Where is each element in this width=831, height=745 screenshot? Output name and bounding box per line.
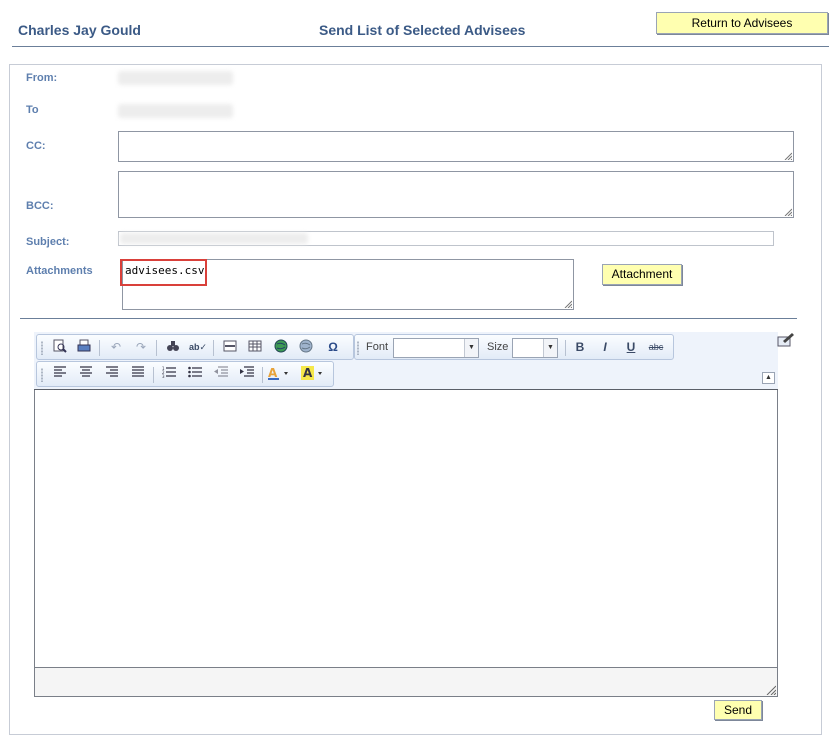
toolbar-separator	[213, 340, 214, 356]
special-character-icon[interactable]: Ω	[324, 339, 342, 356]
toolbar-grip-icon[interactable]	[41, 341, 43, 355]
toolbar-row-2: 123 A A	[36, 361, 334, 387]
toolbar-grip-icon[interactable]	[41, 368, 43, 382]
highlight-color-icon[interactable]: A	[301, 366, 327, 383]
numbered-list-icon[interactable]: 123	[160, 366, 178, 383]
redo-icon[interactable]: ↷	[132, 339, 150, 356]
page-title: Send List of Selected Advisees	[319, 22, 526, 38]
collapse-toolbar-icon[interactable]: ▲	[762, 372, 775, 384]
indent-icon[interactable]	[238, 366, 256, 383]
bcc-label: BCC:	[26, 200, 54, 212]
outdent-icon[interactable]	[212, 366, 230, 383]
bold-button[interactable]: B	[571, 339, 589, 356]
header-divider	[12, 46, 829, 47]
align-left-icon[interactable]	[51, 366, 69, 383]
form-divider	[20, 318, 797, 319]
underline-button[interactable]: U	[622, 339, 640, 356]
highlight-box	[120, 259, 207, 286]
edit-mode-icon[interactable]	[777, 332, 795, 348]
font-color-icon[interactable]: A	[267, 366, 293, 383]
table-icon[interactable]	[246, 339, 264, 356]
toolbar-separator	[99, 340, 100, 356]
cc-label: CC:	[26, 140, 46, 152]
print-icon[interactable]	[75, 339, 93, 356]
attachments-label: Attachments	[26, 265, 93, 277]
unlink-icon[interactable]	[297, 339, 315, 356]
size-select[interactable]: ▼	[512, 338, 558, 358]
preview-icon[interactable]	[51, 339, 69, 356]
toolbar-grip-icon[interactable]	[357, 341, 359, 355]
resize-handle-icon[interactable]	[564, 300, 572, 308]
resize-handle-icon[interactable]	[784, 152, 792, 160]
editor-toolbar: ↶ ↷ ab✓ Ω Font ▼ Size ▼ B I U abc 1 2 3 …	[34, 332, 778, 390]
chevron-down-icon: ▼	[543, 339, 557, 357]
toolbar-row-1-group-2: Font ▼ Size ▼ B I U abc	[354, 334, 674, 360]
svg-text:A: A	[303, 366, 313, 380]
svg-text:3: 3	[162, 374, 165, 378]
resize-handle-icon[interactable]	[784, 208, 792, 216]
spellcheck-icon[interactable]: ab✓	[189, 339, 207, 356]
to-label: To	[26, 104, 39, 116]
bcc-field[interactable]	[118, 171, 794, 218]
toolbar-separator	[565, 340, 566, 356]
subject-value-redacted	[120, 233, 308, 244]
from-value-redacted	[118, 71, 233, 85]
size-label: Size	[487, 341, 509, 353]
editor-status-bar	[35, 667, 777, 696]
subject-label: Subject:	[26, 236, 70, 248]
insert-link-icon[interactable]	[272, 339, 290, 356]
svg-text:A: A	[268, 366, 278, 380]
return-to-advisees-button[interactable]: Return to Advisees	[656, 12, 828, 34]
font-label: Font	[366, 341, 389, 353]
chevron-down-icon: ▼	[464, 339, 478, 357]
horizontal-rule-icon[interactable]	[221, 339, 239, 356]
toolbar-separator	[262, 367, 263, 383]
italic-button[interactable]: I	[596, 339, 614, 356]
resize-handle-icon[interactable]	[766, 685, 776, 695]
toolbar-row-1-group-1: ↶ ↷ ab✓ Ω	[36, 334, 354, 360]
align-center-icon[interactable]	[77, 366, 95, 383]
to-value-redacted	[118, 104, 233, 118]
cc-field[interactable]	[118, 131, 794, 162]
attachment-button[interactable]: Attachment	[602, 264, 682, 285]
undo-icon[interactable]: ↶	[107, 339, 125, 356]
bullet-list-icon[interactable]	[186, 366, 204, 383]
toolbar-separator	[156, 340, 157, 356]
strikethrough-button[interactable]: abc	[647, 339, 665, 356]
send-button[interactable]: Send	[714, 700, 762, 720]
font-select[interactable]: ▼	[393, 338, 479, 358]
align-right-icon[interactable]	[103, 366, 121, 383]
find-icon[interactable]	[164, 339, 182, 356]
justify-icon[interactable]	[129, 366, 147, 383]
toolbar-separator	[153, 367, 154, 383]
user-name: Charles Jay Gould	[18, 22, 141, 38]
from-label: From:	[26, 72, 58, 84]
